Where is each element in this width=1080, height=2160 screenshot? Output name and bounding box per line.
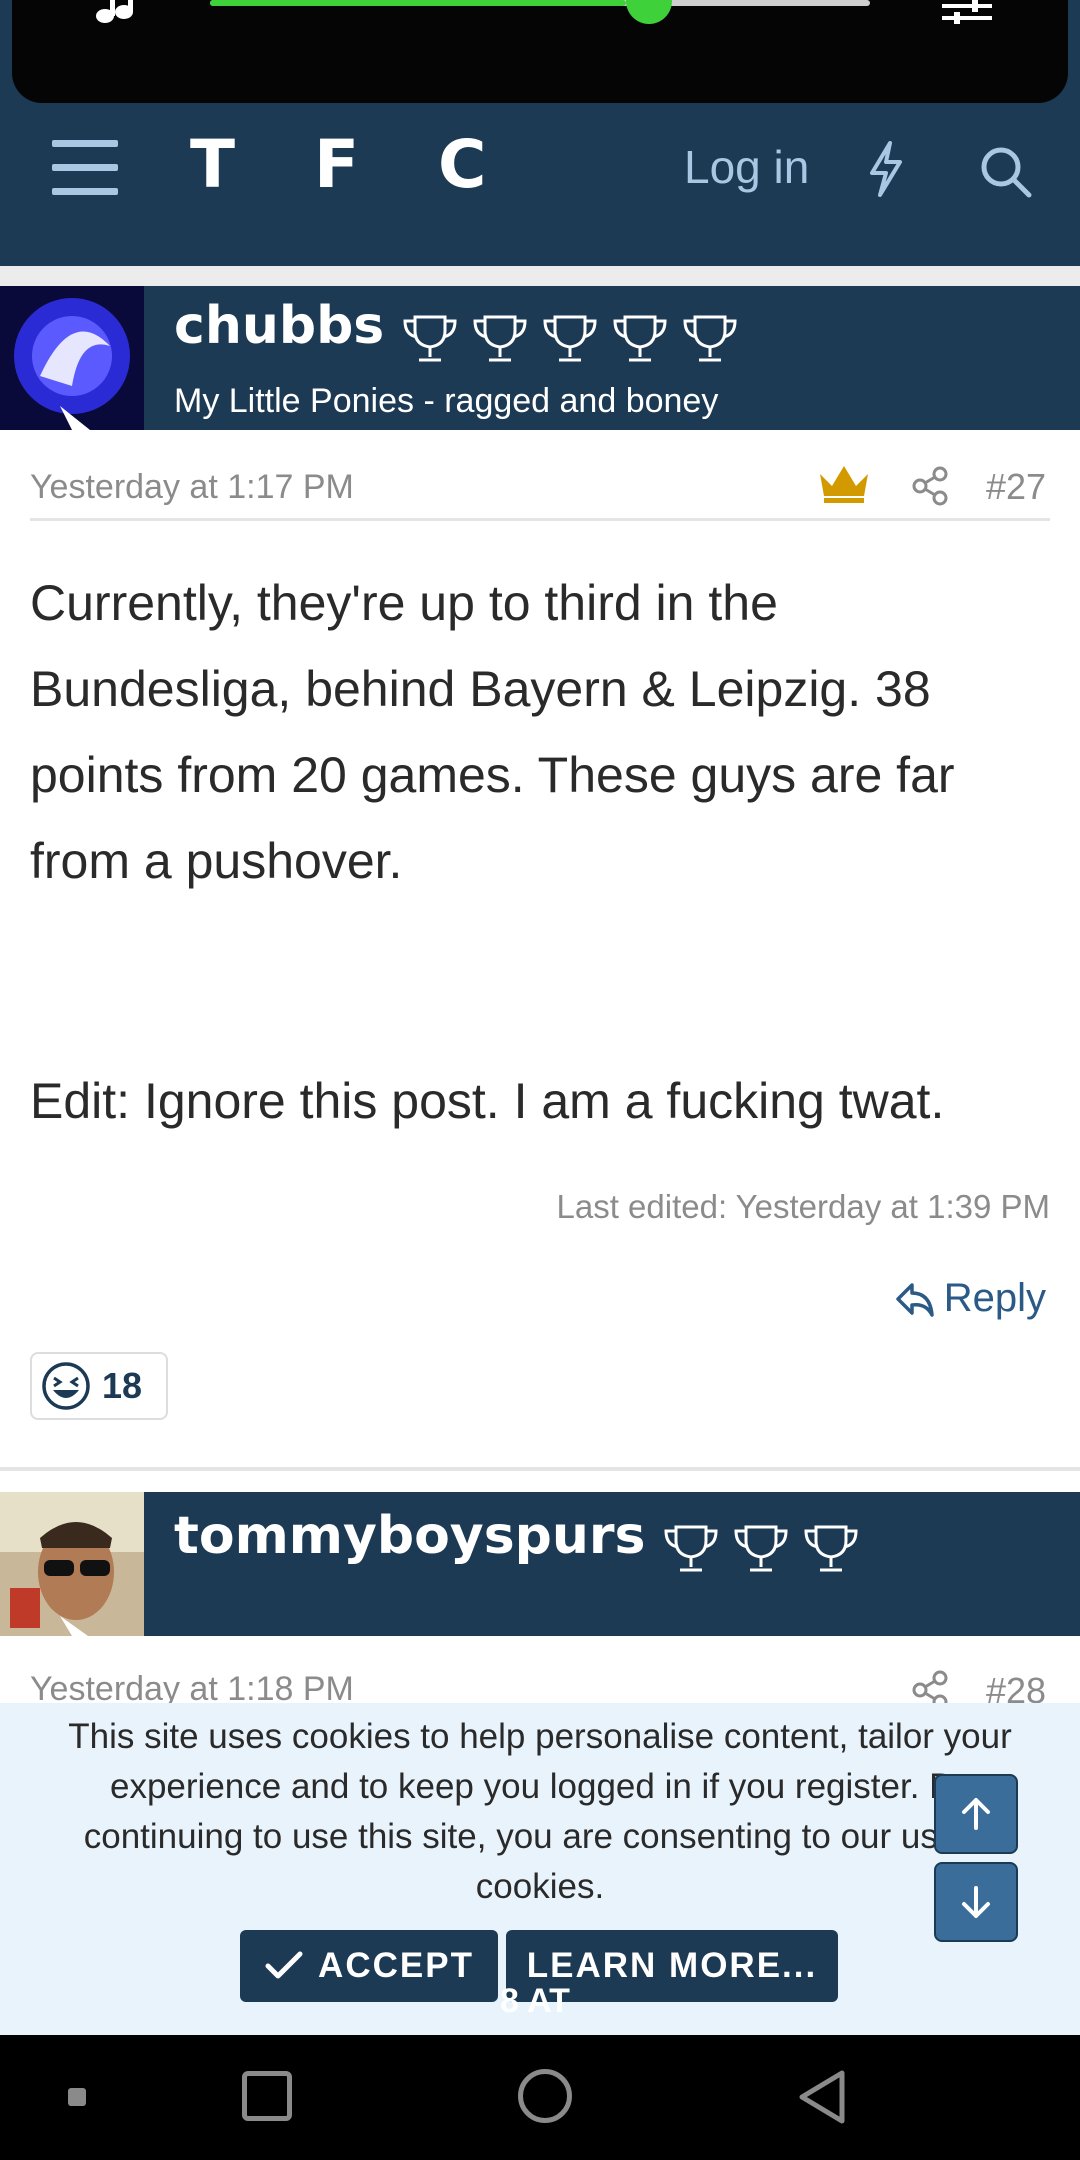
post-username-row: tommyboyspurs — [174, 1506, 860, 1575]
avatar[interactable] — [0, 286, 144, 430]
trophy-icon[interactable] — [471, 313, 529, 365]
meta-divider — [30, 518, 1050, 521]
scroll-down-button[interactable] — [934, 1862, 1018, 1942]
arrow-up-icon — [962, 1798, 990, 1830]
login-link[interactable]: Log in — [684, 140, 809, 194]
music-note-icon — [96, 0, 133, 23]
post-date[interactable]: Yesterday at 1:17 PM — [30, 468, 354, 507]
media-player-bar — [12, 0, 1068, 103]
accept-button[interactable]: ACCEPT — [240, 1930, 498, 2002]
post-edit-note: Edit: Ignore this post. I am a fucking t… — [30, 1073, 945, 1129]
scroll-up-button[interactable] — [934, 1774, 1018, 1854]
back-icon[interactable] — [796, 2068, 850, 2126]
check-icon — [265, 1951, 303, 1979]
username[interactable]: tommyboyspurs — [174, 1506, 645, 1566]
reaction-count: 18 — [102, 1365, 143, 1406]
share-icon[interactable] — [912, 466, 948, 506]
crown-icon — [820, 466, 868, 503]
trophy-icon[interactable] — [611, 313, 669, 365]
site-header — [0, 103, 1080, 266]
trophy-icon[interactable] — [802, 1523, 860, 1575]
avatar[interactable] — [0, 1492, 144, 1636]
trophy-icon[interactable] — [541, 313, 599, 365]
username[interactable]: chubbs — [174, 296, 384, 356]
reply-icon — [895, 1282, 934, 1317]
post-separator — [0, 1467, 1080, 1471]
trophy-icon[interactable] — [401, 313, 459, 365]
avatar-image — [0, 1492, 144, 1636]
seek-progress — [210, 0, 626, 6]
overview-icon[interactable] — [242, 2071, 292, 2121]
reply-button[interactable]: Reply — [894, 1276, 1046, 1321]
post-body: Currently, they're up to third in the Bu… — [30, 575, 955, 889]
last-edited: Last edited: Yesterday at 1:39 PM — [556, 1188, 1050, 1225]
accept-label: ACCEPT — [318, 1946, 474, 1985]
user-title: My Little Ponies - ragged and boney — [174, 382, 719, 420]
overlapped-text: 8 AT — [500, 1982, 570, 2020]
reaction-summary[interactable]: 18 — [30, 1352, 168, 1420]
cookie-notice-text: This site uses cookies to help personali… — [68, 1717, 1012, 1906]
learn-more-label: LEARN MORE... — [526, 1946, 818, 1985]
post-number[interactable]: #27 — [986, 466, 1046, 508]
recents-dot-icon[interactable] — [68, 2088, 86, 2106]
laughing-face-icon — [42, 1362, 90, 1410]
trophy-icon[interactable] — [732, 1523, 790, 1575]
bolt-icon[interactable] — [864, 140, 908, 198]
trophy-icon[interactable] — [681, 313, 739, 365]
home-icon[interactable] — [518, 2069, 572, 2123]
avatar-image — [0, 286, 144, 430]
site-logo[interactable]: T F C — [190, 126, 515, 203]
trophy-row — [389, 315, 739, 362]
search-icon[interactable] — [978, 144, 1034, 200]
post-username-row: chubbs — [174, 296, 739, 365]
trophy-row — [650, 1525, 860, 1572]
reply-label: Reply — [943, 1276, 1046, 1320]
trophy-icon[interactable] — [662, 1523, 720, 1575]
header-separator — [0, 266, 1080, 286]
menu-icon[interactable] — [52, 140, 118, 196]
equalizer-icon[interactable] — [942, 0, 992, 24]
arrow-down-icon — [962, 1886, 990, 1918]
